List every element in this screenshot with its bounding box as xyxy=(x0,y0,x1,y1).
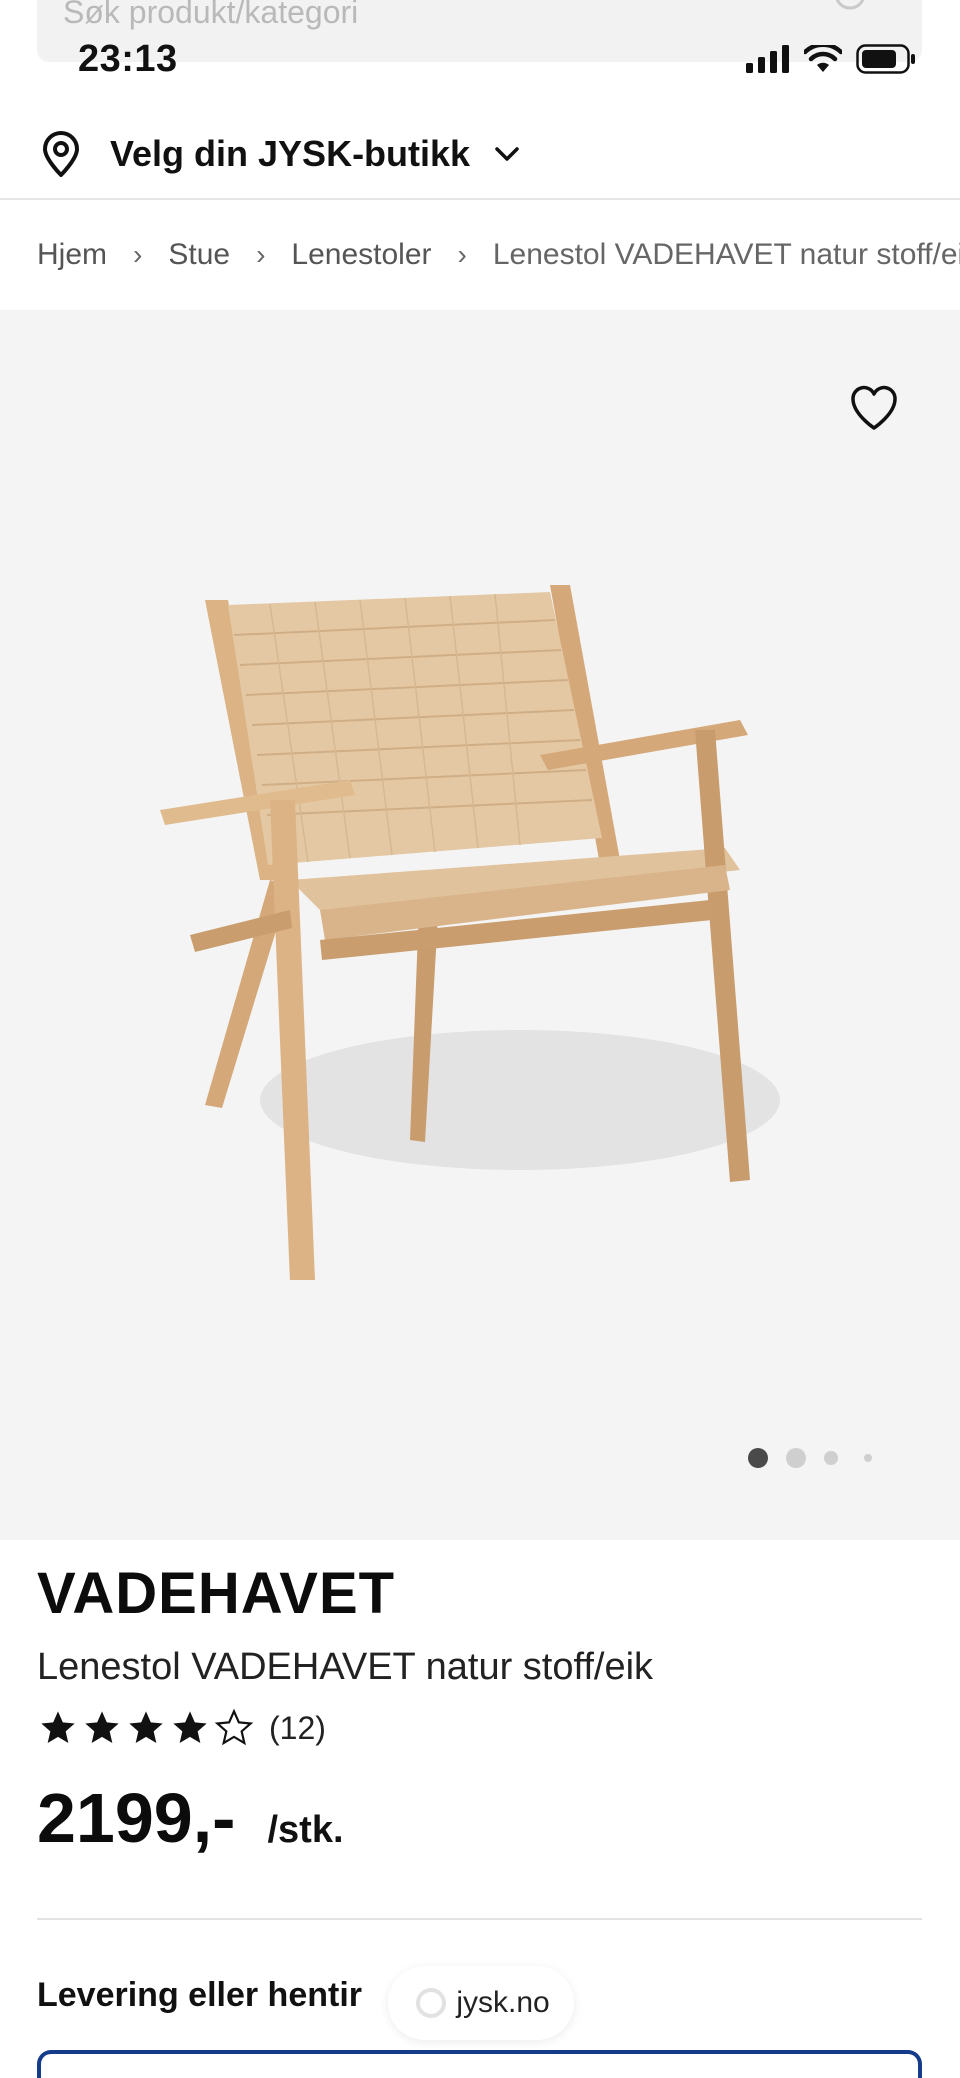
pagination-dot[interactable] xyxy=(786,1448,806,1468)
cellular-signal-icon xyxy=(746,45,789,73)
site-domain: jysk.no xyxy=(456,1986,550,2019)
star-filled-icon xyxy=(41,1711,75,1743)
delivery-option-box[interactable] xyxy=(37,2050,922,2078)
location-pin-icon xyxy=(43,131,79,177)
star-filled-icon xyxy=(85,1711,119,1743)
gallery-pagination[interactable] xyxy=(748,1448,872,1468)
product-name: Lenestol VADEHAVET natur stoff/eik xyxy=(37,1646,654,1688)
store-picker[interactable]: Velg din JYSK-butikk xyxy=(0,110,960,200)
product-price: 2199,- xyxy=(37,1779,236,1857)
wifi-icon xyxy=(804,45,842,72)
rating-stars xyxy=(37,1708,255,1748)
price-unit: /stk. xyxy=(267,1809,344,1851)
review-count[interactable]: (12) xyxy=(269,1710,326,1747)
breadcrumb-item-stue[interactable]: Stue xyxy=(168,238,230,272)
store-picker-label: Velg din JYSK-butikk xyxy=(110,133,471,174)
product-brand: VADEHAVET xyxy=(37,1561,396,1626)
breadcrumb-item-current: Lenestol VADEHAVET natur stoff/eik xyxy=(492,238,960,271)
loading-spinner-icon xyxy=(416,1988,447,2018)
status-bar: 23:13 xyxy=(0,0,960,100)
chevron-down-icon xyxy=(495,147,519,161)
chevron-right-icon: › xyxy=(256,239,266,270)
pagination-dot-active[interactable] xyxy=(748,1448,768,1468)
star-empty-icon xyxy=(214,1708,254,1746)
divider xyxy=(37,1918,922,1920)
site-url-pill[interactable]: jysk.no xyxy=(388,1966,574,2040)
breadcrumb-item-lenestoler[interactable]: Lenestoler xyxy=(291,238,431,272)
product-image-gallery[interactable] xyxy=(0,310,960,1540)
delivery-heading: Levering eller hentir xyxy=(37,1976,362,2014)
status-time: 23:13 xyxy=(78,38,178,80)
pagination-dot[interactable] xyxy=(824,1451,838,1465)
product-rating[interactable]: (12) xyxy=(37,1708,326,1748)
breadcrumb: Hjem › Stue › Lenestoler › Lenestol VADE… xyxy=(0,202,960,308)
price-row: 2199,- /stk. xyxy=(37,1778,344,1858)
battery-icon xyxy=(856,44,915,74)
star-filled-icon xyxy=(173,1711,207,1743)
star-filled-icon xyxy=(129,1711,163,1743)
breadcrumb-item-home[interactable]: Hjem xyxy=(37,238,107,272)
heart-icon[interactable] xyxy=(848,382,900,434)
chevron-right-icon: › xyxy=(133,239,143,270)
chevron-right-icon: › xyxy=(457,239,467,270)
pagination-dot[interactable] xyxy=(864,1454,872,1462)
product-image xyxy=(160,585,780,1280)
